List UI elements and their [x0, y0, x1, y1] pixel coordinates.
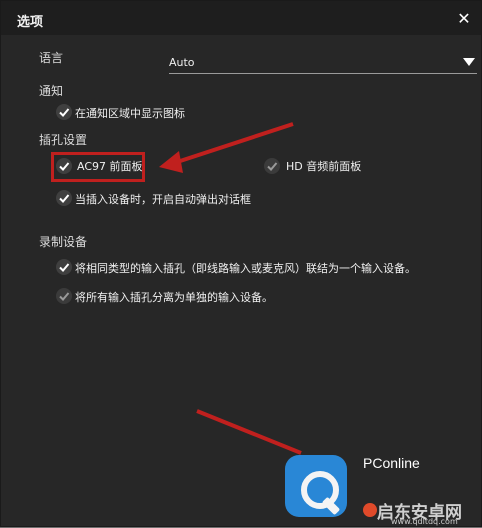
- watermark-url: www.qdltdq.com: [391, 517, 458, 526]
- search-logo-icon: [285, 455, 347, 517]
- options-dialog: 选项 ✕ 语言 Auto 通知 在通知区域中显示图标 插孔设置 AC97 前面板…: [0, 0, 482, 527]
- annotation-arrow-lower-icon: [196, 409, 302, 455]
- annotation-arrow-icon: [159, 122, 294, 173]
- watermark-brand: PConline: [363, 455, 420, 471]
- site-logo-icon: [363, 503, 377, 517]
- watermark: PConline 启东安卓网 www.qdltdq.com: [281, 449, 482, 528]
